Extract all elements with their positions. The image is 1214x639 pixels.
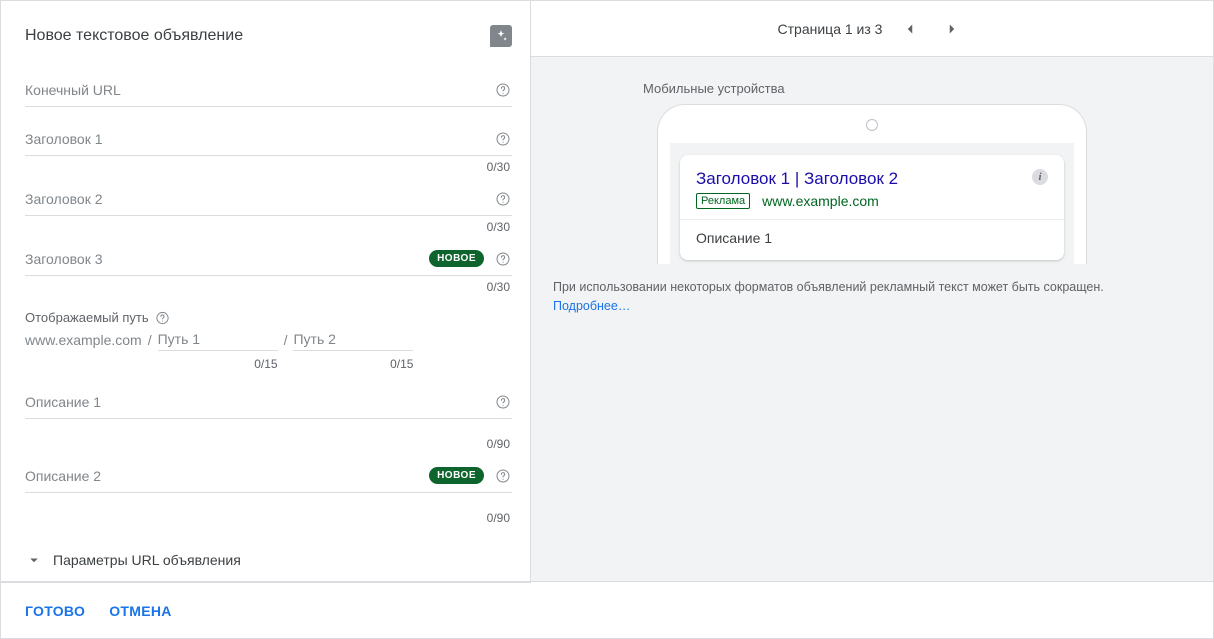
- display-path-label: Отображаемый путь: [25, 310, 149, 325]
- suggestions-icon[interactable]: [490, 25, 512, 47]
- url-options-expander[interactable]: Параметры URL объявления: [25, 551, 512, 569]
- description-2-counter: 0/90: [25, 493, 512, 527]
- headline-2-counter: 0/30: [25, 216, 512, 236]
- pager-text: Страница 1 из 3: [778, 21, 883, 37]
- disclaimer-text: При использовании некоторых форматов объ…: [553, 280, 1104, 294]
- help-icon[interactable]: [494, 81, 512, 99]
- preview-disclaimer: При использовании некоторых форматов объ…: [553, 278, 1191, 316]
- field-headline-3: Заголовок 3 НОВОЕ 0/30: [25, 242, 512, 296]
- ad-preview-card: Заголовок 1 | Заголовок 2 i Реклама www.…: [680, 155, 1064, 260]
- form-header: Новое текстовое объявление: [25, 25, 512, 47]
- description-2-input[interactable]: Описание 2 НОВОЕ: [25, 459, 512, 493]
- done-button[interactable]: ГОТОВО: [25, 603, 85, 619]
- help-icon[interactable]: [155, 310, 170, 325]
- headline-2-label: Заголовок 2: [25, 191, 103, 207]
- pager-next-button[interactable]: [938, 15, 966, 43]
- chevron-down-icon: [25, 551, 43, 569]
- help-icon[interactable]: [494, 130, 512, 148]
- new-badge: НОВОЕ: [429, 467, 484, 484]
- field-headline-2: Заголовок 2 0/30: [25, 182, 512, 236]
- cancel-button[interactable]: ОТМЕНА: [109, 603, 171, 619]
- headline-2-input[interactable]: Заголовок 2: [25, 182, 512, 216]
- final-url-label: Конечный URL: [25, 82, 121, 98]
- ad-badge: Реклама: [696, 193, 750, 209]
- path-1-counter: 0/15: [158, 351, 278, 371]
- field-display-path: Отображаемый путь www.example.com / 0/15…: [25, 310, 512, 371]
- ad-description: Описание 1: [696, 230, 1048, 246]
- phone-speaker-icon: [866, 119, 878, 131]
- main: Новое текстовое объявление Конечный URL: [1, 1, 1213, 581]
- headline-1-counter: 0/30: [25, 156, 512, 176]
- description-1-counter: 0/90: [25, 419, 512, 453]
- phone-frame: Заголовок 1 | Заголовок 2 i Реклама www.…: [657, 104, 1087, 264]
- device-label: Мобильные устройства: [643, 81, 1191, 96]
- field-headline-1: Заголовок 1 0/30: [25, 122, 512, 176]
- help-icon[interactable]: [494, 190, 512, 208]
- footer-bar: ГОТОВО ОТМЕНА: [1, 581, 1213, 638]
- ad-display-url: www.example.com: [762, 193, 879, 209]
- help-icon[interactable]: [494, 467, 512, 485]
- description-2-label: Описание 2: [25, 468, 101, 484]
- chevron-right-icon: [943, 20, 961, 38]
- field-description-2: Описание 2 НОВОЕ 0/90: [25, 459, 512, 527]
- headline-1-input[interactable]: Заголовок 1: [25, 122, 512, 156]
- final-url-input[interactable]: Конечный URL: [25, 73, 512, 107]
- info-icon[interactable]: i: [1032, 169, 1048, 185]
- ad-headline: Заголовок 1 | Заголовок 2: [696, 169, 898, 189]
- path-2-input[interactable]: [293, 327, 413, 351]
- page-title: Новое текстовое объявление: [25, 27, 243, 45]
- preview-body: Мобильные устройства Заголовок 1 | Загол…: [531, 57, 1213, 581]
- help-icon[interactable]: [494, 250, 512, 268]
- field-final-url: Конечный URL: [25, 73, 512, 107]
- help-icon[interactable]: [494, 393, 512, 411]
- path-2-counter: 0/15: [293, 351, 413, 371]
- divider: [680, 219, 1064, 220]
- chevron-left-icon: [901, 20, 919, 38]
- form-panel: Новое текстовое объявление Конечный URL: [1, 1, 531, 581]
- pager-prev-button[interactable]: [896, 15, 924, 43]
- path-1-input[interactable]: [158, 327, 278, 351]
- description-1-input[interactable]: Описание 1: [25, 385, 512, 419]
- phone-screen: Заголовок 1 | Заголовок 2 i Реклама www.…: [670, 143, 1074, 264]
- description-1-label: Описание 1: [25, 394, 101, 410]
- url-options-label: Параметры URL объявления: [53, 552, 241, 568]
- preview-pager: Страница 1 из 3: [531, 1, 1213, 57]
- headline-1-label: Заголовок 1: [25, 131, 103, 147]
- headline-3-input[interactable]: Заголовок 3 НОВОЕ: [25, 242, 512, 276]
- ad-editor-app: Новое текстовое объявление Конечный URL: [0, 0, 1214, 639]
- disclaimer-link[interactable]: Подробнее…: [553, 299, 630, 313]
- preview-panel: Страница 1 из 3 Мобильные устройства Заг…: [531, 1, 1213, 581]
- headline-3-label: Заголовок 3: [25, 251, 103, 267]
- display-path-base: www.example.com: [25, 332, 142, 366]
- headline-3-counter: 0/30: [25, 276, 512, 296]
- new-badge: НОВОЕ: [429, 250, 484, 267]
- field-description-1: Описание 1 0/90: [25, 385, 512, 453]
